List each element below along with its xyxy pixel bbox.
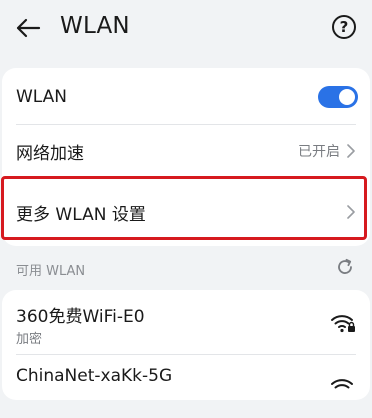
top-bar: WLAN ? [0,0,372,56]
question-icon: ? [339,18,349,36]
wlan-toggle-switch[interactable] [318,86,358,108]
more-wlan-settings-row[interactable]: 更多 WLAN 设置 [2,180,370,244]
wifi-icon [331,379,353,389]
network-ssid: 360免费WiFi-E0 [16,307,145,327]
chevron-right-icon [347,144,355,158]
wlan-label: WLAN [16,87,68,107]
wlan-toggle-row[interactable]: WLAN [2,70,370,124]
toggle-knob [339,89,355,105]
network-acceleration-status: 已开启 [298,144,340,160]
chevron-right-icon [347,205,355,219]
page-title: WLAN [60,13,130,39]
network-acceleration-row[interactable]: 网络加速 已开启 [2,124,370,178]
back-button[interactable] [12,12,44,44]
network-acceleration-label: 网络加速 [16,143,84,164]
available-wlan-label: 可用 WLAN [16,264,86,279]
arrow-left-icon [16,18,41,38]
refresh-icon[interactable] [334,256,356,278]
available-wlan-header: 可用 WLAN [0,252,372,284]
network-security-status: 加密 [16,332,43,347]
network-item[interactable]: 360免费WiFi-E0 加密 [2,290,370,354]
help-button[interactable]: ? [332,15,356,39]
wlan-settings-card: WLAN 网络加速 已开启 更多 WLAN 设置 [2,68,370,246]
network-item[interactable]: ChinaNet-xaKk-5G [2,354,370,418]
more-wlan-settings-label: 更多 WLAN 设置 [16,204,146,225]
wifi-lock-icon [331,315,355,333]
network-ssid: ChinaNet-xaKk-5G [16,366,173,386]
